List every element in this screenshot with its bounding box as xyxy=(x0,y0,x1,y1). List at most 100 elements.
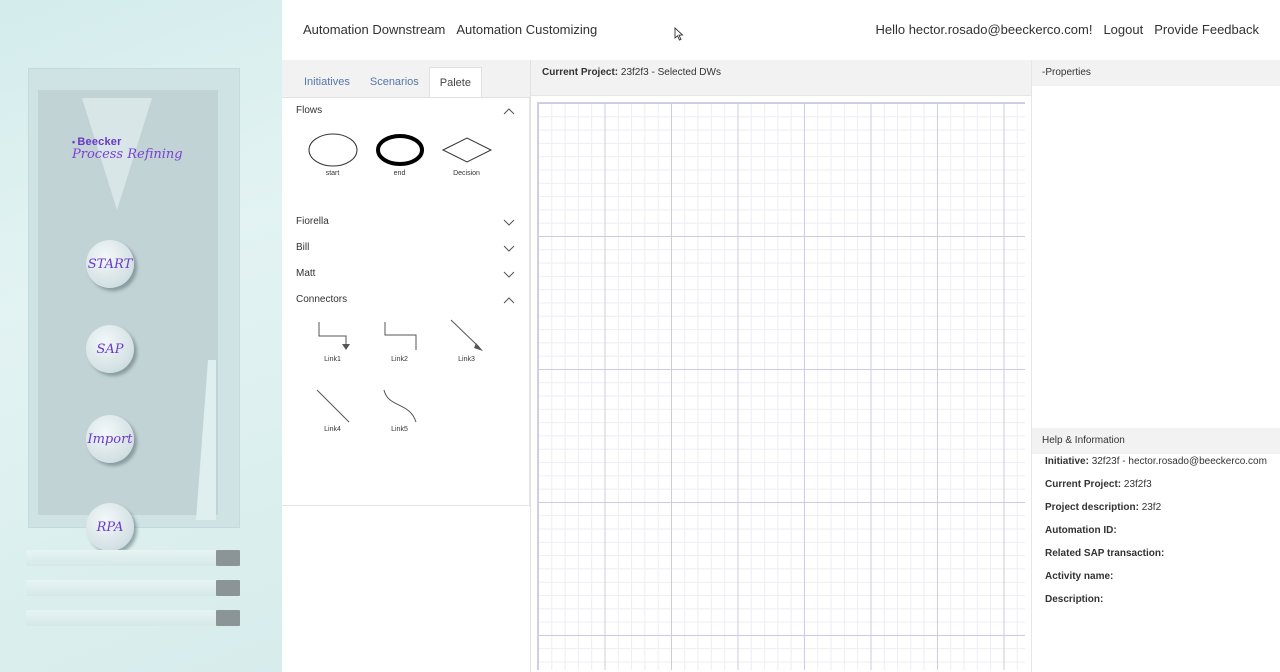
section-bill[interactable]: Bill xyxy=(282,235,529,261)
left-sidebar: Beecker Process Refining START SAP Impor… xyxy=(0,0,282,672)
menu-automation-downstream[interactable]: Automation Downstream xyxy=(303,22,445,37)
properties-panel: -Properties xyxy=(1031,60,1280,428)
shape-label: Link4 xyxy=(324,426,341,433)
bar-track xyxy=(26,610,216,626)
help-panel: Help & Information Initiative: 32f23f - … xyxy=(1031,428,1280,672)
top-menu: Automation Downstream Automation Customi… xyxy=(303,22,597,37)
help-row-activity-name: Activity name: xyxy=(1045,571,1268,583)
palette-body: Flows start end Decision Fiorella Bill M… xyxy=(282,98,530,506)
sidebar-bar[interactable] xyxy=(26,550,240,566)
section-matt-label: Matt xyxy=(296,268,316,279)
chevron-down-icon xyxy=(503,219,515,226)
nav-sap-button[interactable]: SAP xyxy=(86,325,134,373)
mouse-cursor-icon xyxy=(674,27,684,41)
help-row-description: Description: xyxy=(1045,594,1268,606)
shape-label: Decision xyxy=(453,170,480,177)
feedback-link[interactable]: Provide Feedback xyxy=(1154,22,1259,37)
section-matt[interactable]: Matt xyxy=(282,261,529,287)
section-fiorella-label: Fiorella xyxy=(296,216,329,227)
shape-link1[interactable]: Link1 xyxy=(299,318,366,388)
help-value: 32f23f - hector.rosado@beeckerco.com xyxy=(1091,456,1267,467)
shape-label: Link1 xyxy=(324,356,341,363)
elbow-arrow-icon xyxy=(318,322,350,350)
nav-start-button[interactable]: START xyxy=(86,240,134,288)
chevron-down-icon xyxy=(503,245,515,252)
help-label: Project description: xyxy=(1045,502,1139,513)
user-menu: Hello hector.rosado@beeckerco.com! Logou… xyxy=(875,22,1259,37)
logout-link[interactable]: Logout xyxy=(1103,22,1143,37)
canvas-title-label: Current Project: xyxy=(542,67,619,78)
tab-palete[interactable]: Palete xyxy=(428,67,482,97)
help-row-automation-id: Automation ID: xyxy=(1045,525,1268,537)
help-label: Related SAP transaction: xyxy=(1045,548,1165,559)
menu-automation-customizing[interactable]: Automation Customizing xyxy=(456,22,597,37)
shape-link4[interactable]: Link4 xyxy=(299,388,366,458)
help-row-related-sap: Related SAP transaction: xyxy=(1045,548,1268,560)
help-label: Automation ID: xyxy=(1045,525,1117,536)
palette-panel: Initiatives Scenarios Palete Flows start… xyxy=(282,60,531,672)
bar-handle[interactable] xyxy=(216,610,240,626)
shape-label: Link3 xyxy=(458,356,475,363)
help-value: 23f2f3 xyxy=(1123,479,1152,490)
chevron-down-icon xyxy=(503,271,515,278)
diagonal-line-icon xyxy=(316,389,349,423)
ellipse-icon xyxy=(308,133,357,167)
beecker-logo: Beecker Process Refining xyxy=(72,136,183,162)
sidebar-bar[interactable] xyxy=(26,580,240,596)
shape-decision[interactable]: Decision xyxy=(433,132,500,202)
help-label: Initiative: xyxy=(1045,456,1089,467)
sidebar-bar[interactable] xyxy=(26,610,240,626)
shape-end[interactable]: end xyxy=(366,132,433,202)
nav-import-button[interactable]: Import xyxy=(86,415,134,463)
bar-track xyxy=(26,550,216,566)
tab-scenarios[interactable]: Scenarios xyxy=(360,67,429,97)
diagonal-arrow-icon xyxy=(450,319,483,351)
section-flows-label: Flows xyxy=(296,105,323,116)
chevron-up-icon xyxy=(503,108,515,115)
help-row-initiative: Initiative: 32f23f - hector.rosado@beeck… xyxy=(1045,456,1268,468)
connector-shapes: Link4 Link5 xyxy=(282,388,529,458)
section-bill-label: Bill xyxy=(296,242,310,253)
shape-label: Link2 xyxy=(391,356,408,363)
canvas-title: Current Project: 23f2f3 - Selected DWs xyxy=(531,60,1031,96)
logo-tagline: Process Refining xyxy=(72,147,183,162)
tab-initiatives[interactable]: Initiatives xyxy=(294,67,360,97)
section-connectors-label: Connectors xyxy=(296,294,348,305)
bar-handle[interactable] xyxy=(216,550,240,566)
top-header: Automation Downstream Automation Customi… xyxy=(282,0,1280,60)
shape-label: start xyxy=(325,170,340,177)
shape-label: end xyxy=(393,170,406,177)
help-label: Activity name: xyxy=(1045,571,1114,582)
help-row-current-project: Current Project: 23f2f3 xyxy=(1045,479,1268,491)
shape-start[interactable]: start xyxy=(299,132,366,202)
section-flows[interactable]: Flows xyxy=(282,98,529,124)
help-row-project-description: Project description: 23f2 xyxy=(1045,502,1268,514)
section-fiorella[interactable]: Fiorella xyxy=(282,209,529,235)
help-label: Current Project: xyxy=(1045,479,1122,490)
shape-link3[interactable]: Link3 xyxy=(433,318,500,388)
nav-rpa-button[interactable]: RPA xyxy=(86,503,134,551)
connector-shapes: Link1 Link2 Link3 xyxy=(282,313,529,388)
elbow-line-icon xyxy=(384,322,416,350)
bar-track xyxy=(26,580,216,596)
shape-link2[interactable]: Link2 xyxy=(366,318,433,388)
properties-header: -Properties xyxy=(1032,60,1280,86)
flow-shapes: start end Decision xyxy=(282,124,529,209)
help-list: Initiative: 32f23f - hector.rosado@beeck… xyxy=(1032,454,1280,606)
shape-link5[interactable]: Link5 xyxy=(366,388,433,458)
shape-label: Link5 xyxy=(391,426,408,433)
bold-ellipse-icon xyxy=(375,134,424,166)
user-greeting: Hello hector.rosado@beeckerco.com! xyxy=(875,22,1093,37)
chevron-up-icon xyxy=(503,297,515,304)
palette-tabs: Initiatives Scenarios Palete xyxy=(282,60,530,98)
diamond-icon xyxy=(441,137,492,163)
bar-handle[interactable] xyxy=(216,580,240,596)
help-value: 23f2 xyxy=(1141,502,1162,513)
section-connectors[interactable]: Connectors xyxy=(282,287,529,313)
diagram-canvas-panel: Current Project: 23f2f3 - Selected DWs xyxy=(531,60,1031,672)
help-label: Description: xyxy=(1045,594,1104,605)
diagram-grid[interactable] xyxy=(537,102,1025,670)
canvas-title-value: 23f2f3 - Selected DWs xyxy=(620,67,721,78)
help-header: Help & Information xyxy=(1032,428,1280,454)
curve-line-icon xyxy=(383,389,416,423)
